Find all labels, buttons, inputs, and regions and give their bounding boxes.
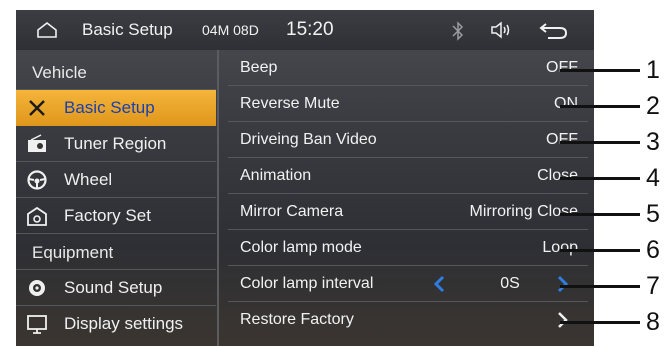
setting-row-animation[interactable]: Animation Close bbox=[220, 158, 594, 194]
callout-number: 2 bbox=[646, 92, 660, 120]
callout-line bbox=[560, 141, 640, 144]
setting-label: Beep bbox=[240, 59, 278, 76]
setting-row-beep[interactable]: Beep OFF bbox=[220, 50, 594, 86]
callout-annotations: 1 2 3 4 5 6 7 8 bbox=[560, 40, 666, 340]
callout-number: 6 bbox=[646, 236, 660, 264]
callout-number: 5 bbox=[646, 200, 660, 228]
setting-label: Color lamp mode bbox=[240, 239, 362, 256]
setting-row-mirror-camera[interactable]: Mirror Camera Mirroring Close bbox=[220, 194, 594, 230]
callout-number: 8 bbox=[646, 308, 660, 336]
callout-line bbox=[560, 69, 640, 72]
steering-wheel-icon bbox=[27, 170, 47, 190]
callout-line bbox=[560, 177, 640, 180]
page-title: Basic Setup bbox=[82, 20, 173, 39]
radio-icon bbox=[28, 134, 46, 152]
sidebar-item-basic-setup[interactable]: Basic Setup bbox=[16, 90, 216, 126]
bluetooth-icon bbox=[452, 21, 464, 41]
callout-line bbox=[560, 249, 640, 252]
setting-label: Restore Factory bbox=[240, 311, 354, 328]
date-display: 04M 08D bbox=[202, 22, 259, 38]
settings-list: Beep OFF Reverse Mute ON Driveing Ban Vi… bbox=[220, 50, 594, 346]
sidebar-item-factory-set[interactable]: Factory Set bbox=[16, 198, 216, 234]
setting-row-color-lamp-interval: Color lamp interval 0S bbox=[220, 266, 594, 302]
volume-icon[interactable] bbox=[490, 20, 514, 40]
setting-label: Color lamp interval bbox=[240, 275, 374, 292]
wrench-screwdriver-icon bbox=[29, 100, 45, 116]
sidebar-item-wheel[interactable]: Wheel bbox=[16, 162, 216, 198]
callout-8: 8 bbox=[560, 304, 666, 340]
status-bar: Basic Setup 04M 08D 15:20 bbox=[16, 10, 594, 50]
callout-4: 4 bbox=[560, 160, 666, 196]
setting-row-reverse-mute[interactable]: Reverse Mute ON bbox=[220, 86, 594, 122]
callout-number: 3 bbox=[646, 128, 660, 156]
callout-line bbox=[560, 213, 640, 216]
callout-line bbox=[560, 285, 640, 288]
top-cut-heading bbox=[0, 0, 666, 10]
callout-6: 6 bbox=[560, 232, 666, 268]
sidebar-item-label: Sound Setup bbox=[64, 278, 163, 297]
home-icon[interactable] bbox=[36, 20, 58, 40]
sidebar-item-label: Tuner Region bbox=[64, 134, 167, 153]
callout-2: 2 bbox=[560, 88, 666, 124]
callout-3: 3 bbox=[560, 124, 666, 160]
sidebar-item-display-settings[interactable]: Display settings bbox=[16, 306, 216, 342]
sidebar-header-equipment: Equipment bbox=[16, 234, 216, 270]
callout-number: 1 bbox=[646, 56, 660, 84]
setting-label: Driveing Ban Video bbox=[240, 131, 377, 148]
sidebar-item-label: Basic Setup bbox=[64, 98, 155, 117]
head-unit-screen: Basic Setup 04M 08D 15:20 Vehicle Basic … bbox=[16, 10, 594, 346]
callout-number: 7 bbox=[646, 272, 660, 300]
chevron-left-icon[interactable] bbox=[432, 274, 446, 294]
callout-line bbox=[560, 105, 640, 108]
back-icon[interactable] bbox=[538, 19, 570, 41]
callout-number: 4 bbox=[646, 164, 660, 192]
sidebar: Vehicle Basic Setup Tuner Region Wheel F… bbox=[16, 54, 216, 346]
sidebar-item-label: Display settings bbox=[64, 314, 184, 333]
display-icon bbox=[27, 315, 47, 334]
divider bbox=[217, 50, 219, 346]
setting-row-restore-factory[interactable]: Restore Factory bbox=[220, 302, 594, 338]
setting-label: Animation bbox=[240, 167, 312, 184]
sidebar-item-label: Wheel bbox=[64, 170, 113, 189]
interval-value: 0S bbox=[500, 275, 520, 292]
factory-icon bbox=[27, 206, 47, 226]
callout-line bbox=[560, 321, 640, 324]
setting-row-color-lamp-mode[interactable]: Color lamp mode Loop bbox=[220, 230, 594, 266]
speaker-icon bbox=[29, 280, 45, 296]
callout-7: 7 bbox=[560, 268, 666, 304]
setting-label: Reverse Mute bbox=[240, 95, 340, 112]
sidebar-item-label: Factory Set bbox=[64, 206, 151, 225]
time-display: 15:20 bbox=[286, 19, 334, 40]
sidebar-header-vehicle: Vehicle bbox=[16, 54, 216, 90]
setting-row-driving-ban-video[interactable]: Driveing Ban Video OFF bbox=[220, 122, 594, 158]
callout-5: 5 bbox=[560, 196, 666, 232]
setting-label: Mirror Camera bbox=[240, 203, 344, 220]
sidebar-item-sound-setup[interactable]: Sound Setup bbox=[16, 270, 216, 306]
sidebar-item-tuner-region[interactable]: Tuner Region bbox=[16, 126, 216, 162]
callout-1: 1 bbox=[560, 52, 666, 88]
